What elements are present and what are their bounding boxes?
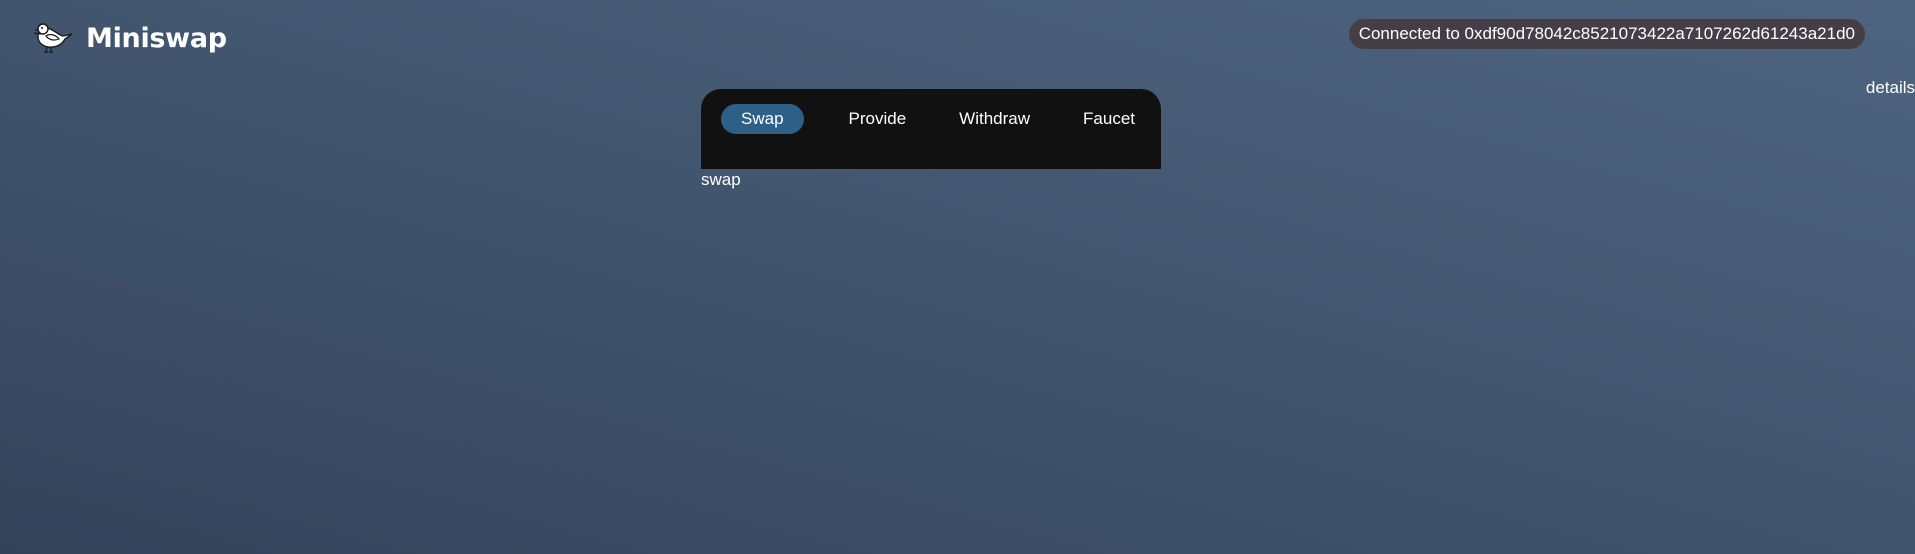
details-link[interactable]: details [1866,78,1915,98]
wallet-connection-badge[interactable]: Connected to 0xdf90d78042c8521073422a710… [1348,19,1865,49]
brand[interactable]: Miniswap [32,20,227,56]
tab-swap[interactable]: Swap [721,104,804,134]
section-label: swap [701,170,741,189]
main-panel: Swap Provide Withdraw Faucet [701,89,1161,169]
dove-icon [33,23,73,53]
tab-faucet[interactable]: Faucet [1063,104,1155,134]
tab-bar: Swap Provide Withdraw Faucet [721,104,1155,134]
tab-withdraw[interactable]: Withdraw [939,104,1050,134]
tab-provide[interactable]: Provide [829,104,927,134]
app-name: Miniswap [86,22,227,54]
